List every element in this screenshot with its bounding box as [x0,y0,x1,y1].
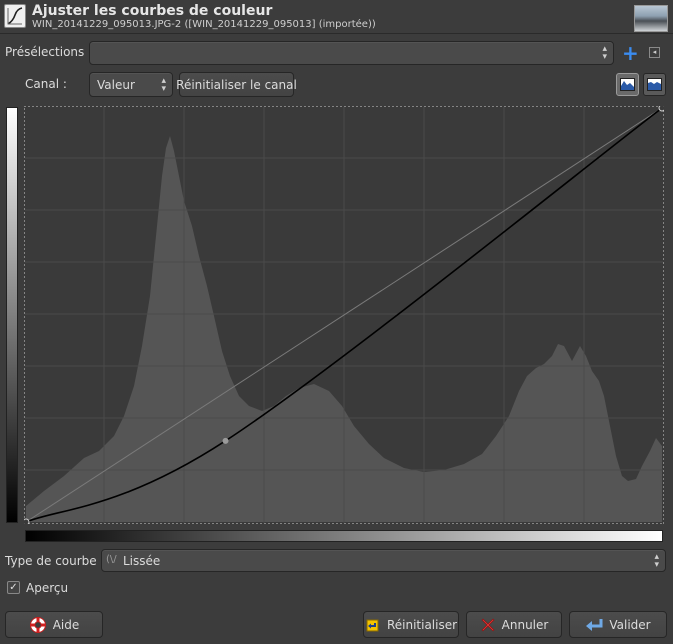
updown-arrows-icon: ▴ ▾ [602,44,607,62]
dialog-subtitle: WIN_20141229_095013.JPG-2 ([WIN_20141229… [32,19,376,30]
help-label: Aide [52,617,80,632]
linear-histogram-button[interactable] [616,73,639,96]
channel-combo[interactable]: Valeur ▴ ▾ [89,72,173,97]
channel-label: Canal : [25,77,67,91]
curves-tool-icon [4,4,26,28]
channel-value: Valeur [97,78,135,92]
ok-label: Valider [609,617,651,632]
preset-menu-icon[interactable]: ◂ [649,47,660,58]
log-histogram-icon [647,78,662,91]
dialog-title: Ajuster les courbes de couleur [32,3,273,19]
enter-arrow-icon [586,618,603,631]
log-histogram-button[interactable] [643,73,666,96]
header-separator [0,33,673,34]
curve-control-point[interactable] [24,518,30,524]
reset-channel-label: Réinitialiser le canal [176,77,297,92]
preview-label: Aperçu [26,581,69,595]
add-preset-icon[interactable]: + [622,43,639,63]
updown-arrows-icon: ▴ ▾ [161,75,166,94]
help-lifebuoy-icon [29,616,46,633]
reset-icon [366,619,379,631]
input-gradient-bar [25,530,663,542]
curve-graph[interactable] [24,106,664,524]
image-thumbnail [634,5,668,32]
updown-arrows-icon: ▴ ▾ [654,551,659,570]
cancel-x-icon [481,618,495,631]
presets-combo[interactable]: ▴ ▾ [89,41,614,65]
smooth-curve-icon: (\/ [106,554,117,565]
reset-button[interactable]: Réinitialiser [363,611,459,638]
output-gradient-bar [6,107,18,523]
curve-type-value: Lissée [123,554,161,568]
cancel-button[interactable]: Annuler [466,611,562,638]
curve-type-combo[interactable]: (\/ Lissée ▴ ▾ [101,549,666,572]
reset-label: Réinitialiser [386,617,458,632]
curve-control-point[interactable] [222,437,229,444]
ok-button[interactable]: Valider [569,611,667,638]
curve-control-point[interactable] [658,106,664,112]
presets-label: Présélections : [5,45,93,59]
linear-histogram-icon [620,78,635,91]
reset-channel-button[interactable]: Réinitialiser le canal [176,72,297,97]
cancel-label: Annuler [501,617,549,632]
curve-type-label: Type de courbe : [5,554,105,568]
preview-checkbox[interactable]: ✓ [7,581,20,594]
help-button[interactable]: Aide [5,611,103,638]
